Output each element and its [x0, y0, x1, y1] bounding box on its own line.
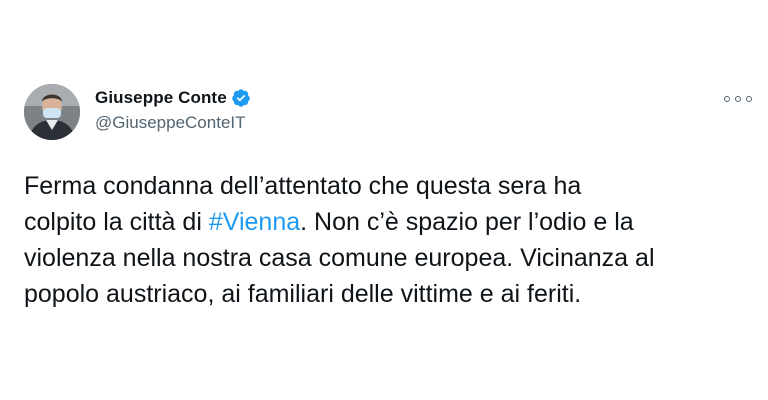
avatar[interactable] [24, 84, 80, 140]
author-handle[interactable]: @GiuseppeConteIT [95, 113, 251, 133]
avatar-image [24, 84, 80, 140]
hashtag-link[interactable]: #Vienna [209, 208, 300, 236]
more-dot [746, 96, 752, 102]
tweet-text: Ferma condanna dell’attentato che questa… [24, 168, 744, 312]
author-display-name[interactable]: Giuseppe Conte [95, 88, 227, 108]
tweet-header: Giuseppe Conte @GiuseppeConteIT [95, 87, 251, 133]
verified-badge-icon [231, 88, 251, 108]
more-dot [724, 96, 730, 102]
more-dot [735, 96, 741, 102]
more-options-icon[interactable] [724, 92, 752, 106]
tweet-card: Giuseppe Conte @GiuseppeConteIT Ferma co… [0, 0, 768, 400]
name-row: Giuseppe Conte [95, 87, 251, 109]
